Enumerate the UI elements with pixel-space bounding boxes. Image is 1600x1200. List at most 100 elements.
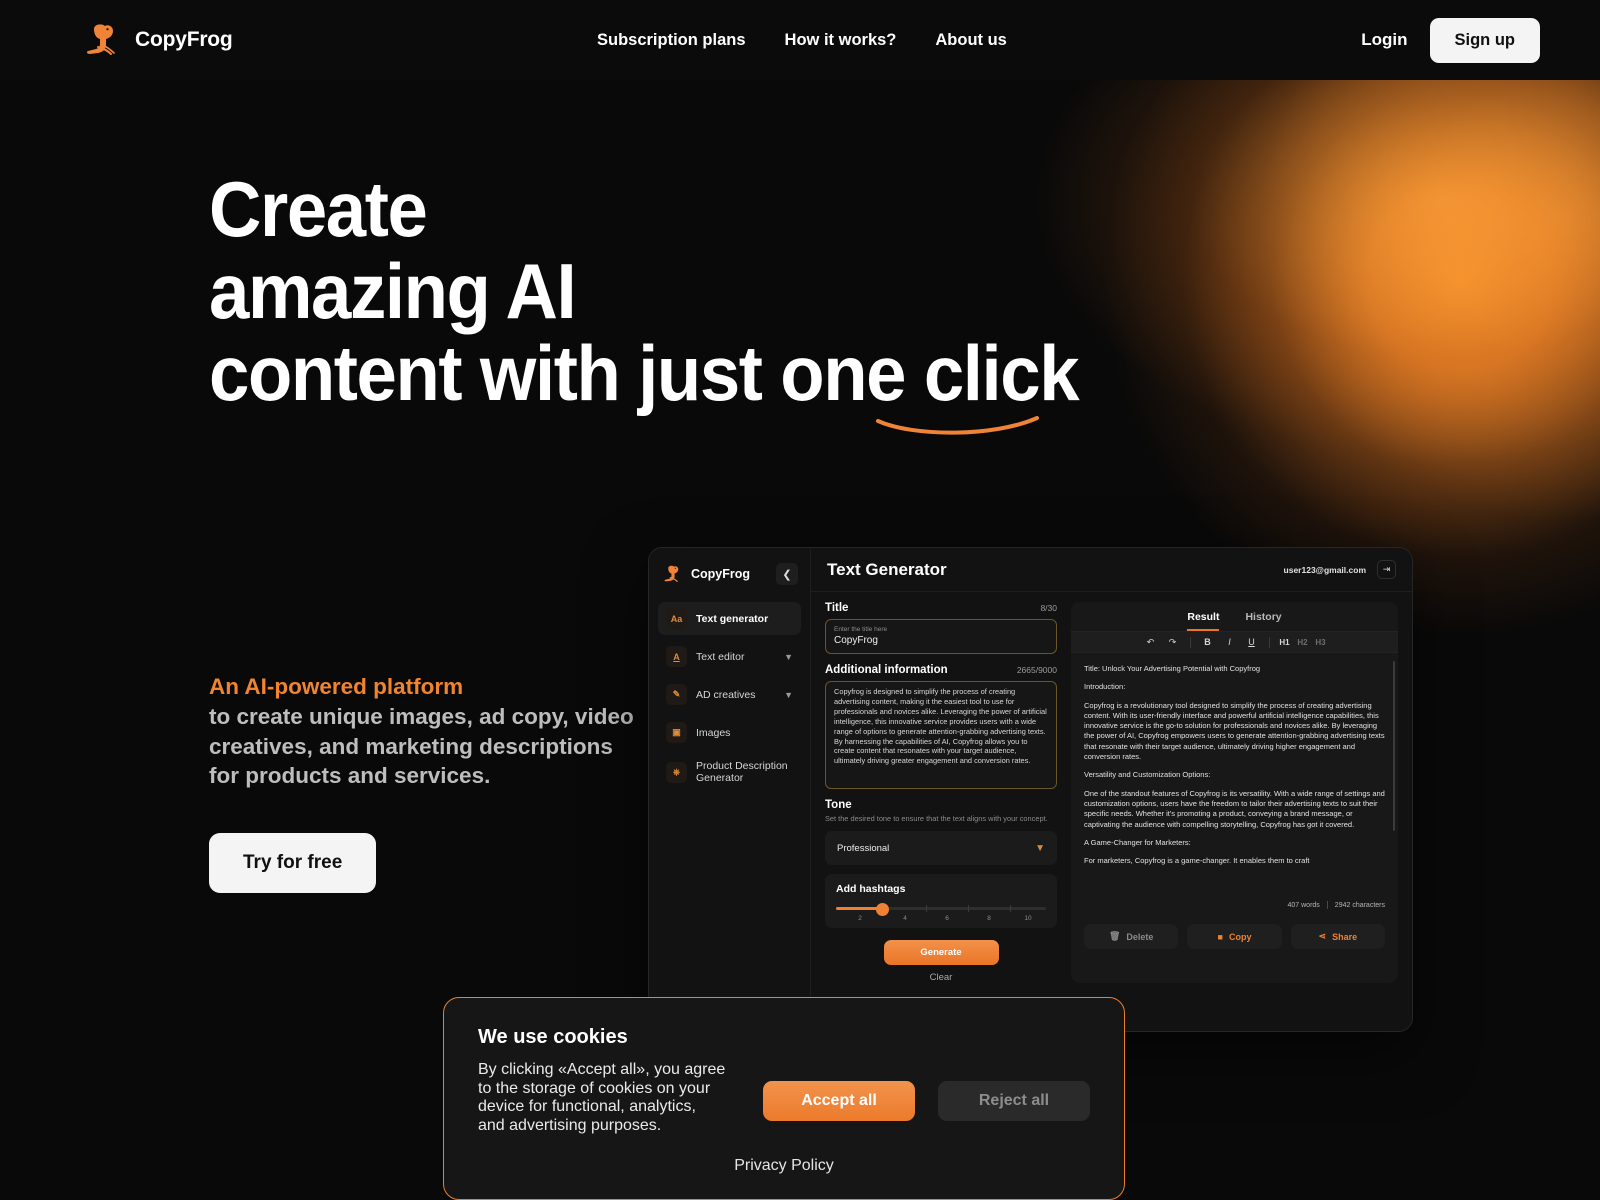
brand-logo[interactable]: CopyFrog bbox=[84, 23, 233, 57]
auth-actions: Login Sign up bbox=[1361, 17, 1540, 63]
heading-3-icon[interactable]: H3 bbox=[1313, 634, 1329, 650]
hero-line-1: Create bbox=[209, 165, 428, 253]
hashtags-slider[interactable] bbox=[836, 903, 1046, 916]
share-label: Share bbox=[1332, 931, 1358, 942]
delete-button[interactable]: 🗑 Delete bbox=[1084, 924, 1179, 949]
generator-form-pane: Title 8/30 Enter the title here CopyFrog… bbox=[825, 602, 1057, 983]
try-for-free-button[interactable]: Try for free bbox=[209, 832, 377, 893]
underline-a-glyph: A bbox=[673, 651, 680, 662]
info-field-row: Additional information 2665/9000 bbox=[825, 664, 1057, 676]
result-tabs: Result History bbox=[1071, 602, 1398, 631]
privacy-policy-link[interactable]: Privacy Policy bbox=[478, 1157, 1090, 1175]
tone-select[interactable]: Professional ▼ bbox=[825, 831, 1057, 865]
hashtags-label: Add hashtags bbox=[836, 883, 906, 895]
app-preview-window: CopyFrog ❮ Aa Text generator A Text edit… bbox=[648, 547, 1413, 1032]
tab-history[interactable]: History bbox=[1245, 611, 1281, 631]
result-paragraph: Title: Unlock Your Advertising Potential… bbox=[1084, 664, 1261, 673]
logout-button[interactable]: ⇥ bbox=[1377, 560, 1396, 579]
slider-tick bbox=[926, 905, 927, 912]
sidebar-item-text-editor[interactable]: A Text editor ▼ bbox=[658, 640, 801, 673]
hero-heading: Create amazing AI content with just one … bbox=[209, 165, 1144, 435]
word-count: 407 words bbox=[1287, 901, 1320, 909]
generate-button[interactable]: Generate bbox=[883, 940, 999, 965]
login-link[interactable]: Login bbox=[1361, 30, 1407, 50]
editor-toolbar: ↶ ↷ B I U H1 H2 H3 bbox=[1071, 631, 1398, 653]
aa-text-icon: Aa bbox=[666, 608, 687, 629]
copy-icon: ■ bbox=[1217, 931, 1223, 942]
app-sidebar-menu: Aa Text generator A Text editor ▼ ✎ AD c… bbox=[649, 602, 810, 790]
sidebar-item-label: Text editor bbox=[696, 650, 745, 663]
cookie-banner-text: By clicking «Accept all», you agree to t… bbox=[478, 1061, 726, 1134]
sidebar-item-text-generator[interactable]: Aa Text generator bbox=[658, 602, 801, 635]
trash-icon: 🗑 bbox=[1108, 931, 1121, 941]
slider-tick-label: 4 bbox=[903, 915, 907, 922]
sidebar-item-product-description-generator[interactable]: ⎈ Product Description Generator bbox=[658, 754, 801, 790]
chevron-down-icon: ▼ bbox=[784, 651, 793, 662]
brand-name: CopyFrog bbox=[135, 28, 233, 51]
main-nav: Subscription plans How it works? About u… bbox=[597, 31, 1007, 50]
result-scrollbar[interactable] bbox=[1393, 661, 1395, 831]
tab-result[interactable]: Result bbox=[1187, 611, 1220, 631]
frog-logo-icon bbox=[86, 24, 115, 55]
slider-tick bbox=[968, 905, 969, 912]
redo-icon[interactable]: ↷ bbox=[1163, 634, 1183, 650]
title-input[interactable]: Enter the title here CopyFrog bbox=[825, 619, 1057, 654]
additional-information-textarea[interactable]: Copyfrog is designed to simplify the pro… bbox=[825, 681, 1057, 789]
signup-button[interactable]: Sign up bbox=[1429, 17, 1540, 63]
reject-all-button[interactable]: Reject all bbox=[938, 1081, 1090, 1121]
underline-squiggle-icon bbox=[876, 416, 1039, 435]
result-actions: 🗑 Delete ■ Copy ⋖ Share bbox=[1071, 915, 1398, 960]
hero-accent-text: An AI-powered platform bbox=[209, 674, 464, 699]
result-paragraph: For marketers, Copyfrog is a game-change… bbox=[1084, 856, 1310, 866]
basket-icon: ⎈ bbox=[666, 761, 687, 783]
sidebar-item-ad-creatives[interactable]: ✎ AD creatives ▼ bbox=[658, 678, 801, 711]
share-icon: ⋖ bbox=[1318, 931, 1327, 941]
app-sidebar: CopyFrog ❮ Aa Text generator A Text edit… bbox=[649, 548, 811, 1031]
slider-tick bbox=[1010, 905, 1011, 912]
heading-2-icon[interactable]: H2 bbox=[1295, 634, 1311, 650]
clear-button[interactable]: Clear bbox=[825, 972, 1057, 983]
sidebar-collapse-button[interactable]: ❮ bbox=[776, 563, 798, 585]
logout-icon: ⇥ bbox=[1382, 564, 1391, 574]
character-count: 2942 characters bbox=[1334, 901, 1385, 909]
chevron-down-icon: ▼ bbox=[1035, 842, 1045, 854]
info-field-label: Additional information bbox=[825, 664, 948, 676]
sidebar-item-label: Text generator bbox=[696, 612, 769, 625]
result-document[interactable]: Title: Unlock Your Advertising Potential… bbox=[1071, 653, 1398, 915]
copy-button[interactable]: ■ Copy bbox=[1187, 924, 1282, 949]
sidebar-item-label: Product Description Generator bbox=[696, 760, 788, 784]
nav-item-about-us[interactable]: About us bbox=[935, 31, 1007, 50]
counter-divider bbox=[1326, 901, 1328, 909]
underline-icon[interactable]: U bbox=[1242, 634, 1262, 650]
accept-all-button[interactable]: Accept all bbox=[763, 1081, 915, 1121]
hero-subtext: An AI-powered platform to create unique … bbox=[209, 672, 639, 893]
result-paragraph: A Game-Changer for Marketers: bbox=[1084, 837, 1191, 847]
result-paragraph: Copyfrog is a revolutionary tool designe… bbox=[1084, 700, 1385, 762]
sidebar-item-images[interactable]: ▣ Images bbox=[658, 716, 801, 749]
cookie-banner-actions: Accept all Reject all bbox=[763, 1081, 1090, 1121]
chevron-left-icon: ❮ bbox=[782, 568, 792, 581]
image-icon: ▣ bbox=[666, 722, 687, 743]
cookie-banner-title: We use cookies bbox=[478, 1026, 628, 1048]
title-field-label: Title bbox=[825, 602, 849, 614]
share-button[interactable]: ⋖ Share bbox=[1290, 924, 1385, 949]
nav-item-how-it-works[interactable]: How it works? bbox=[785, 31, 897, 50]
heading-1-icon[interactable]: H1 bbox=[1277, 634, 1293, 650]
nav-item-subscription-plans[interactable]: Subscription plans bbox=[597, 31, 746, 50]
bold-icon[interactable]: B bbox=[1198, 634, 1218, 650]
result-pane: Result History ↶ ↷ B I U H1 H2 H3 Title:… bbox=[1071, 602, 1398, 983]
cookie-banner-row: By clicking «Accept all», you agree to t… bbox=[478, 1061, 1090, 1135]
result-paragraph: Versatility and Customization Options: bbox=[1084, 770, 1211, 780]
slider-tick-label: 10 bbox=[1024, 915, 1032, 922]
undo-icon[interactable]: ↶ bbox=[1141, 634, 1161, 650]
italic-icon[interactable]: I bbox=[1220, 634, 1240, 650]
slider-thumb[interactable] bbox=[876, 903, 889, 916]
hero-line-2: amazing AI bbox=[209, 247, 577, 335]
cookie-consent-banner: We use cookies By clicking «Accept all»,… bbox=[443, 997, 1125, 1200]
tone-description: Set the desired tone to ensure that the … bbox=[825, 814, 1048, 823]
tone-label: Tone bbox=[825, 799, 852, 811]
app-sidebar-header: CopyFrog ❮ bbox=[649, 548, 810, 585]
app-page-title: Text Generator bbox=[827, 559, 947, 579]
hero-body-text: to create unique images, ad copy, video … bbox=[209, 704, 634, 788]
chevron-down-icon: ▼ bbox=[784, 689, 793, 700]
